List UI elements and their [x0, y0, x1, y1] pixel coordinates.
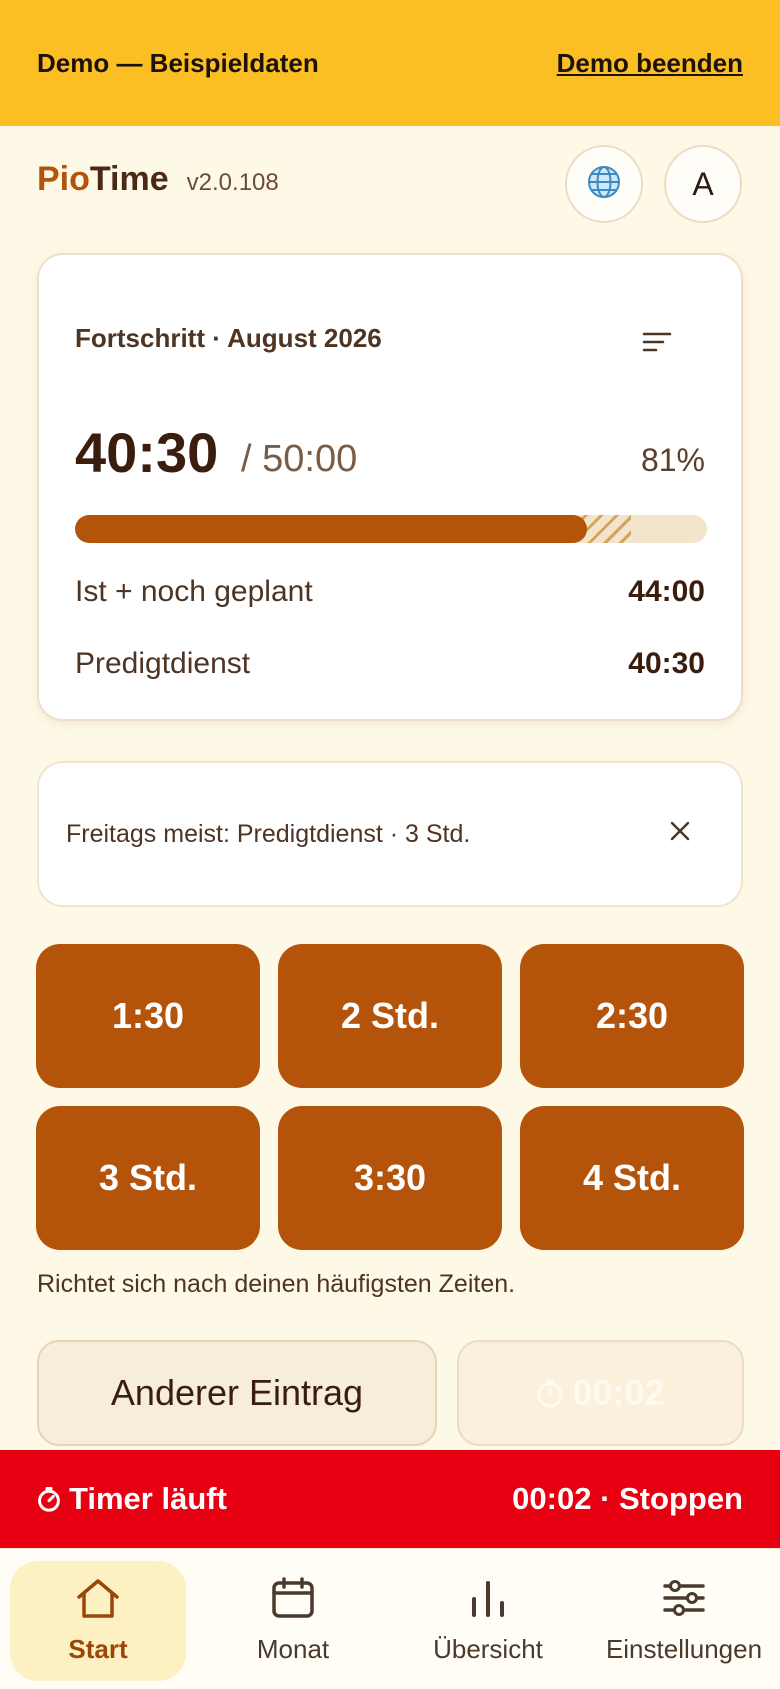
- ministry-value: 40:30: [628, 647, 705, 680]
- nav-label-uebersicht: Übersicht: [433, 1634, 543, 1664]
- quick-button-2-30[interactable]: 2:30: [520, 944, 744, 1088]
- timer-button[interactable]: 00:02: [457, 1340, 744, 1446]
- suggestion-card: Freitags meist: Predigtdienst · 3 Std.: [37, 761, 743, 907]
- close-icon[interactable]: [669, 820, 691, 847]
- other-entry-button[interactable]: Anderer Eintrag: [37, 1340, 437, 1446]
- app-header: Pio Time v2.0.108: [37, 160, 279, 199]
- planned-label: Ist + noch geplant: [75, 575, 313, 608]
- target-hours: / 50:00: [241, 438, 358, 480]
- nav-label-einstellungen: Einstellungen: [605, 1634, 763, 1664]
- quick-button-3-30[interactable]: 3:30: [278, 1106, 502, 1250]
- nav-item-uebersicht[interactable]: Übersicht: [400, 1561, 576, 1681]
- language-button[interactable]: [565, 145, 643, 223]
- timer-button-value: 00:02: [572, 1372, 665, 1413]
- sliders-icon: [661, 1577, 707, 1626]
- planned-row: Ist + noch geplant 44:00: [75, 575, 705, 609]
- quick-button-4h[interactable]: 4 Std.: [520, 1106, 744, 1250]
- progress-card: Fortschritt · August 2026 40:30 / 50:00 …: [37, 253, 743, 721]
- stop-timer-button[interactable]: 00:02 · Stoppen: [512, 1481, 743, 1517]
- brand-name-part2: Time: [89, 160, 169, 198]
- ministry-label: Predigtdienst: [75, 647, 251, 680]
- nav-item-start[interactable]: Start: [10, 1561, 186, 1681]
- nav-label-monat: Monat: [256, 1634, 330, 1664]
- nav-item-einstellungen[interactable]: Einstellungen: [594, 1561, 774, 1681]
- timer-status-text: Timer läuft: [69, 1481, 227, 1516]
- brand-name-part1: Pio: [37, 160, 90, 198]
- progress-heading: Fortschritt · August 2026: [75, 323, 382, 353]
- stopwatch-icon: [536, 1378, 564, 1408]
- suggestion-text: Freitags meist: Predigtdienst · 3 Std.: [66, 819, 471, 848]
- exit-demo-link[interactable]: Demo beenden: [557, 48, 743, 79]
- quick-entry-hint: Richtet sich nach deinen häufigsten Zeit…: [37, 1270, 516, 1298]
- home-icon: [75, 1577, 121, 1626]
- quick-button-3h[interactable]: 3 Std.: [36, 1106, 260, 1250]
- globe-icon: [586, 164, 622, 205]
- timer-status: Timer läuft: [37, 1481, 227, 1517]
- sort-icon[interactable]: [642, 331, 672, 358]
- ministry-row: Predigtdienst 40:30: [75, 647, 705, 681]
- progress-percent: 81%: [640, 442, 705, 478]
- quick-entry-grid: 1:30 2 Std. 2:30 3 Std. 3:30 4 Std.: [36, 944, 744, 1250]
- calendar-icon: [271, 1577, 315, 1626]
- nav-item-monat[interactable]: Monat: [205, 1561, 381, 1681]
- planned-value: 44:00: [628, 575, 705, 608]
- avatar-letter: A: [692, 165, 714, 202]
- avatar-button[interactable]: A: [664, 145, 742, 223]
- quick-button-1-30[interactable]: 1:30: [36, 944, 260, 1088]
- demo-banner-title: Demo — Beispieldaten: [37, 47, 319, 78]
- progress-bar-fill: [75, 515, 587, 543]
- bar-chart-icon: [466, 1577, 510, 1626]
- progress-bar: [75, 515, 707, 543]
- app-version: v2.0.108: [186, 169, 279, 196]
- stopwatch-icon: [37, 1486, 61, 1512]
- quick-button-2h[interactable]: 2 Std.: [278, 944, 502, 1088]
- actual-hours: 40:30: [75, 421, 219, 484]
- demo-banner: Demo — Beispieldaten Demo beenden: [0, 0, 780, 126]
- timer-running-bar: Timer läuft 00:02 · Stoppen: [0, 1450, 780, 1548]
- bottom-navigation: Start Monat Übersicht Einstellungen: [0, 1548, 780, 1689]
- nav-label-start: Start: [68, 1634, 128, 1664]
